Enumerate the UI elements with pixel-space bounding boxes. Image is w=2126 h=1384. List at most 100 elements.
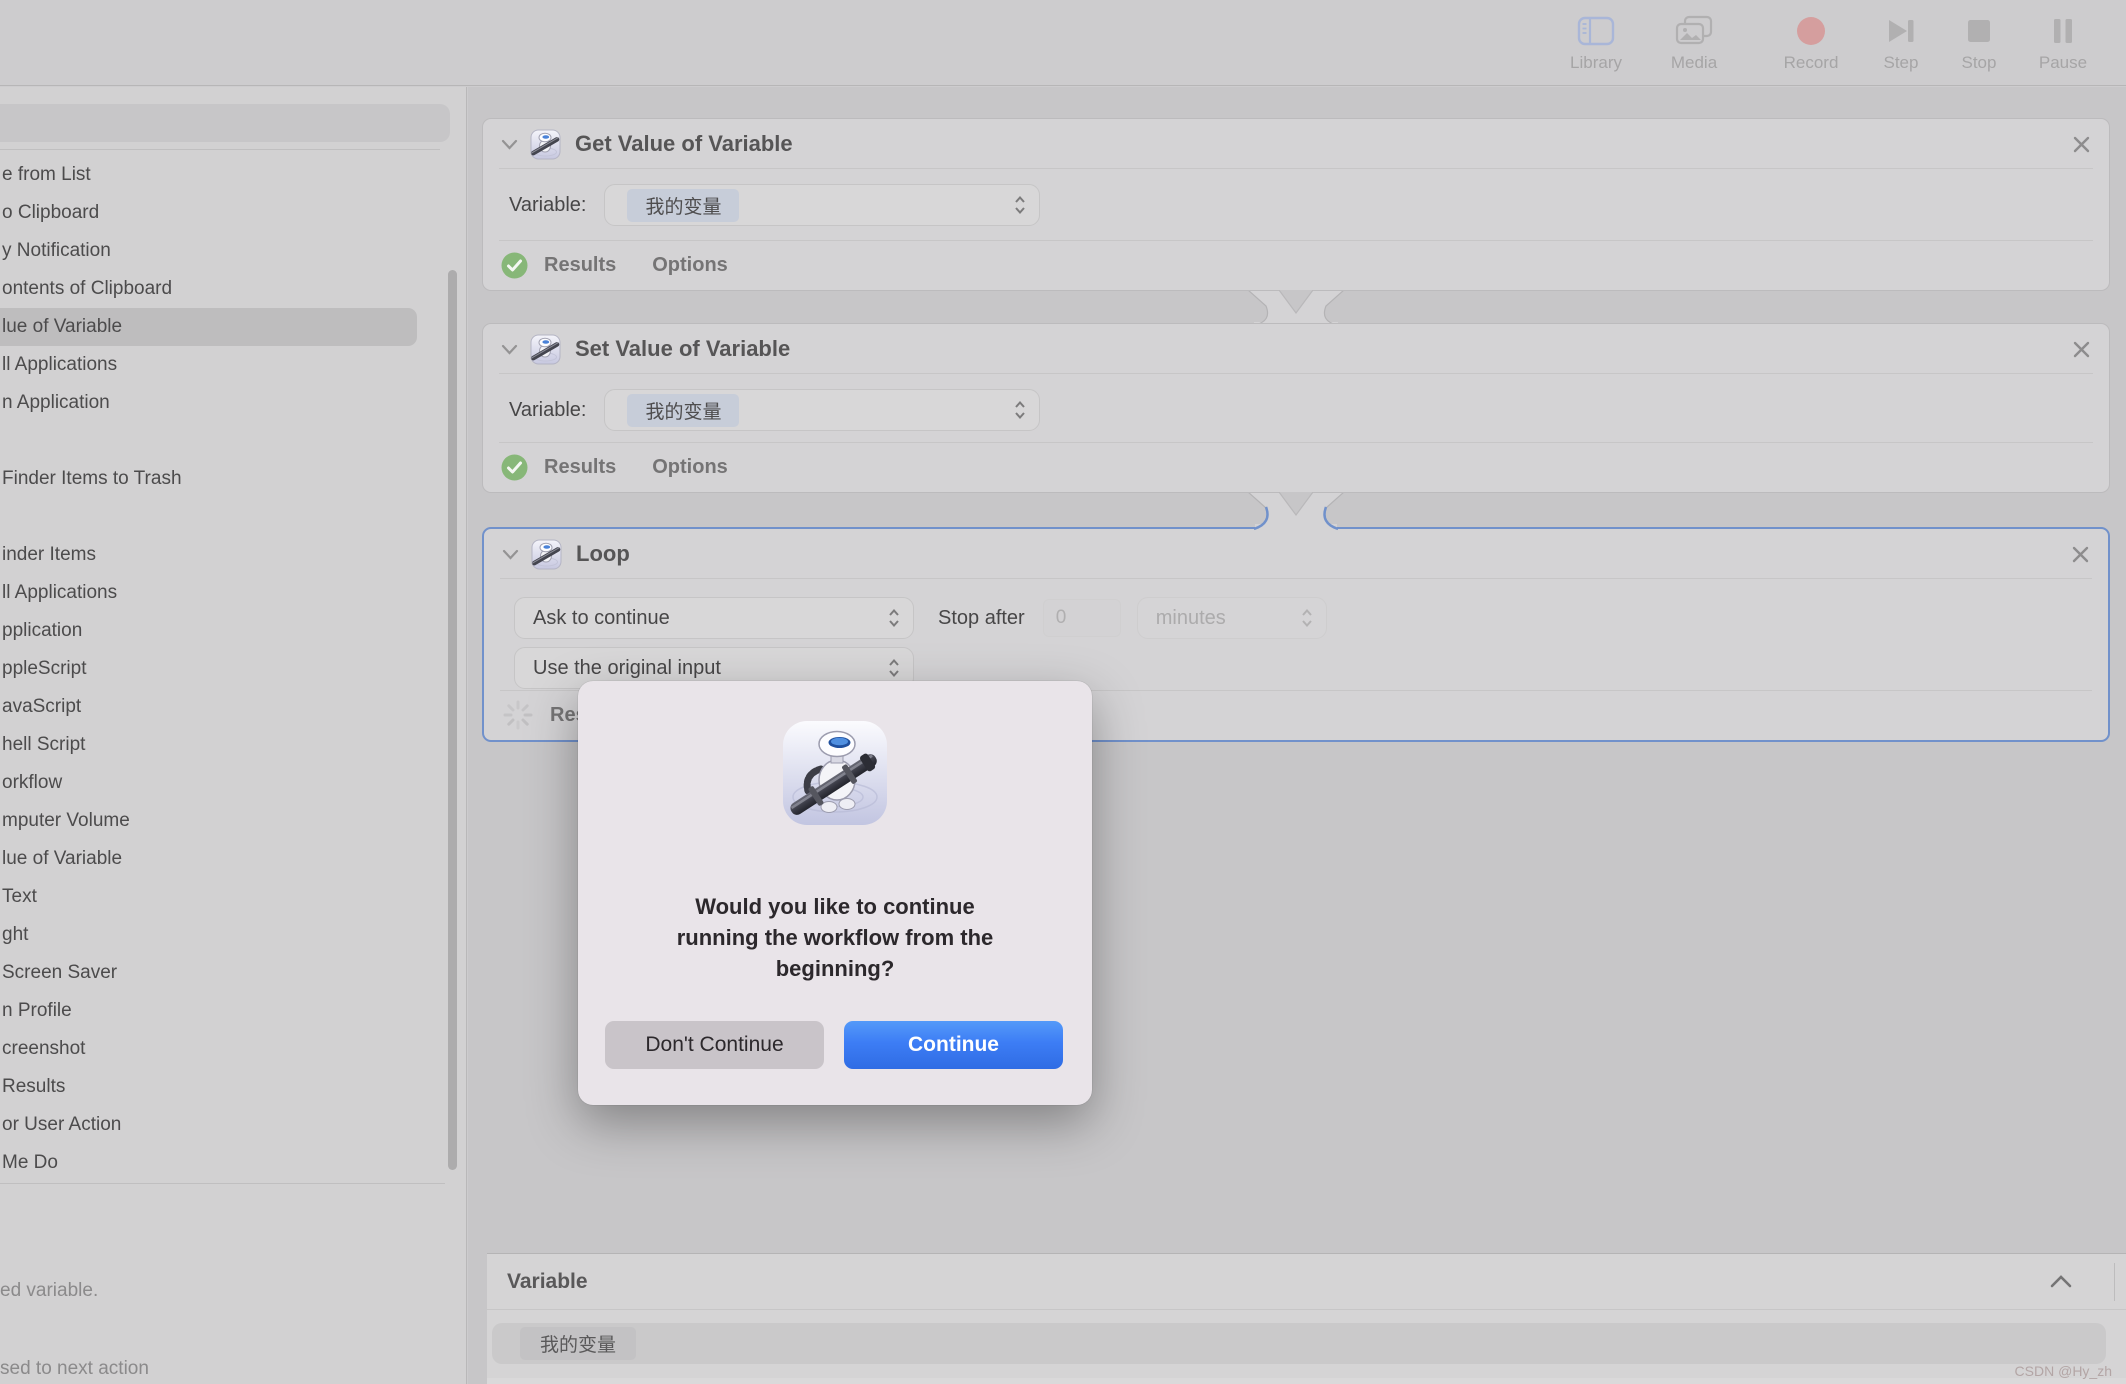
success-check-icon — [501, 454, 528, 481]
toolbar-button-library[interactable]: Library — [1548, 10, 1644, 73]
library-icon — [1548, 10, 1644, 52]
sidebar-item[interactable]: creenshot — [0, 1030, 445, 1068]
disclosure-chevron-icon[interactable] — [501, 139, 518, 150]
action-header: Loop — [484, 529, 2108, 579]
sidebar-item[interactable]: ontents of Clipboard — [0, 270, 445, 308]
sidebar-item[interactable]: ll Applications — [0, 346, 445, 384]
close-icon[interactable] — [2072, 135, 2091, 154]
variables-panel: Variable 我的变量 — [487, 1253, 2126, 1384]
toolbar-label: Pause — [2015, 53, 2111, 73]
variable-field-label: Variable: — [509, 194, 586, 217]
divider — [2114, 1263, 2115, 1301]
sidebar-item[interactable] — [0, 422, 445, 460]
sidebar-item[interactable]: avaScript — [0, 688, 445, 726]
sidebar-item[interactable]: n Profile — [0, 992, 445, 1030]
sidebar-item-label: ppleScript — [2, 658, 87, 679]
sidebar-item[interactable]: inder Items — [0, 536, 445, 574]
results-button[interactable]: Results — [544, 254, 616, 277]
toolbar-button-record[interactable]: Record — [1763, 10, 1859, 73]
sidebar-item-label: hell Script — [2, 734, 85, 755]
sidebar-item-label: or User Action — [2, 1114, 121, 1135]
close-icon[interactable] — [2071, 545, 2090, 564]
sidebar-item[interactable]: Finder Items to Trash — [0, 460, 445, 498]
sidebar-item[interactable]: n Application — [0, 384, 445, 422]
loop-mode-select[interactable]: Ask to continue — [514, 597, 914, 639]
sidebar-scrollbar[interactable] — [448, 270, 457, 1170]
continue-workflow-dialog: Would you like to continue running the w… — [578, 681, 1092, 1105]
variable-row: Variable: 我的变量 — [483, 389, 2109, 431]
sidebar-item[interactable]: Screen Saver — [0, 954, 445, 992]
sidebar-item[interactable]: Results — [0, 1068, 445, 1106]
action-footer: Results Options — [483, 240, 2109, 290]
sidebar-item[interactable]: ppleScript — [0, 650, 445, 688]
dont-continue-button[interactable]: Don't Continue — [605, 1021, 824, 1069]
results-button[interactable]: Results — [544, 456, 616, 479]
variable-select[interactable]: 我的变量 — [604, 389, 1040, 431]
stepper-chevrons-icon — [1013, 193, 1027, 217]
disclosure-chevron-icon[interactable] — [501, 344, 518, 355]
variable-list-row[interactable]: 我的变量 — [492, 1323, 2106, 1364]
sidebar-item[interactable]: or User Action — [0, 1106, 445, 1144]
sidebar-item-label: ll Applications — [2, 354, 117, 375]
sidebar-item[interactable] — [0, 498, 445, 536]
sidebar-item[interactable]: ll Applications — [0, 574, 445, 612]
action-get-value-of-variable[interactable]: Get Value of Variable Variable: 我的变量 Res… — [482, 118, 2110, 291]
stepper-chevrons-icon — [887, 606, 901, 630]
options-button[interactable]: Options — [652, 456, 728, 479]
sidebar-item[interactable]: o Clipboard — [0, 194, 445, 232]
toolbar-button-stop[interactable]: Stop — [1931, 10, 2027, 73]
dialog-message-line: beginning? — [578, 953, 1092, 984]
sidebar-item[interactable]: lue of Variable — [0, 840, 445, 878]
action-set-value-of-variable[interactable]: Set Value of Variable Variable: 我的变量 Res… — [482, 323, 2110, 493]
variable-select[interactable]: 我的变量 — [604, 184, 1040, 226]
action-title: Set Value of Variable — [575, 336, 790, 362]
sidebar-item[interactable]: e from List — [0, 156, 445, 194]
variable-token[interactable]: 我的变量 — [627, 394, 739, 427]
stop-after-input[interactable]: 0 — [1043, 599, 1121, 637]
sidebar-item[interactable]: Text — [0, 878, 445, 916]
sidebar-item-label: y Notification — [2, 240, 111, 261]
sidebar-item-label: n Profile — [2, 1000, 72, 1021]
continue-button[interactable]: Continue — [844, 1021, 1063, 1069]
sidebar-item[interactable]: lue of Variable — [0, 308, 417, 346]
pause-icon — [2015, 10, 2111, 52]
sidebar-item-label: lue of Variable — [2, 316, 122, 337]
sidebar-item-label: mputer Volume — [2, 810, 130, 831]
divider — [0, 149, 440, 150]
automator-window: Library Media Record Step Stop — [0, 0, 2126, 1384]
toolbar-button-media[interactable]: Media — [1646, 10, 1742, 73]
stop-icon — [1931, 10, 2027, 52]
chevron-up-icon[interactable] — [2050, 1275, 2072, 1288]
sidebar-item-label: Screen Saver — [2, 962, 117, 983]
sidebar-item[interactable]: Me Do — [0, 1144, 445, 1182]
dialog-message: Would you like to continue running the w… — [578, 891, 1092, 984]
variable-list-next-row — [487, 1378, 2126, 1384]
dialog-message-line: Would you like to continue — [578, 891, 1092, 922]
sidebar-item-label: ontents of Clipboard — [2, 278, 172, 299]
variables-panel-title: Variable — [507, 1270, 588, 1294]
dialog-message-line: running the workflow from the — [578, 922, 1092, 953]
variable-token[interactable]: 我的变量 — [520, 1327, 636, 1360]
sidebar-item-label: e from List — [2, 164, 91, 185]
close-icon[interactable] — [2072, 340, 2091, 359]
action-title: Loop — [576, 541, 630, 567]
variable-token[interactable]: 我的变量 — [627, 189, 739, 222]
stop-after-unit-select[interactable]: minutes — [1137, 597, 1327, 639]
sidebar-item-label: creenshot — [2, 1038, 85, 1059]
variable-field-label: Variable: — [509, 399, 586, 422]
sidebar-item[interactable]: y Notification — [0, 232, 445, 270]
sidebar-item[interactable]: ght — [0, 916, 445, 954]
sidebar-item[interactable]: hell Script — [0, 726, 445, 764]
sidebar-item[interactable]: pplication — [0, 612, 445, 650]
action-header: Set Value of Variable — [483, 324, 2109, 374]
sidebar-item[interactable]: orkflow — [0, 764, 445, 802]
sidebar-item-label: ll Applications — [2, 582, 117, 603]
toolbar-button-pause[interactable]: Pause — [2015, 10, 2111, 73]
options-button[interactable]: Options — [652, 254, 728, 277]
search-input[interactable] — [0, 104, 450, 142]
actions-library-sidebar: e from List o Clipboard y Notification onte… — [0, 87, 467, 1384]
sidebar-item[interactable]: mputer Volume — [0, 802, 445, 840]
workflow-connector — [1248, 492, 1344, 531]
disclosure-chevron-icon[interactable] — [502, 549, 519, 560]
action-description-line: sed to next action — [0, 1358, 430, 1380]
